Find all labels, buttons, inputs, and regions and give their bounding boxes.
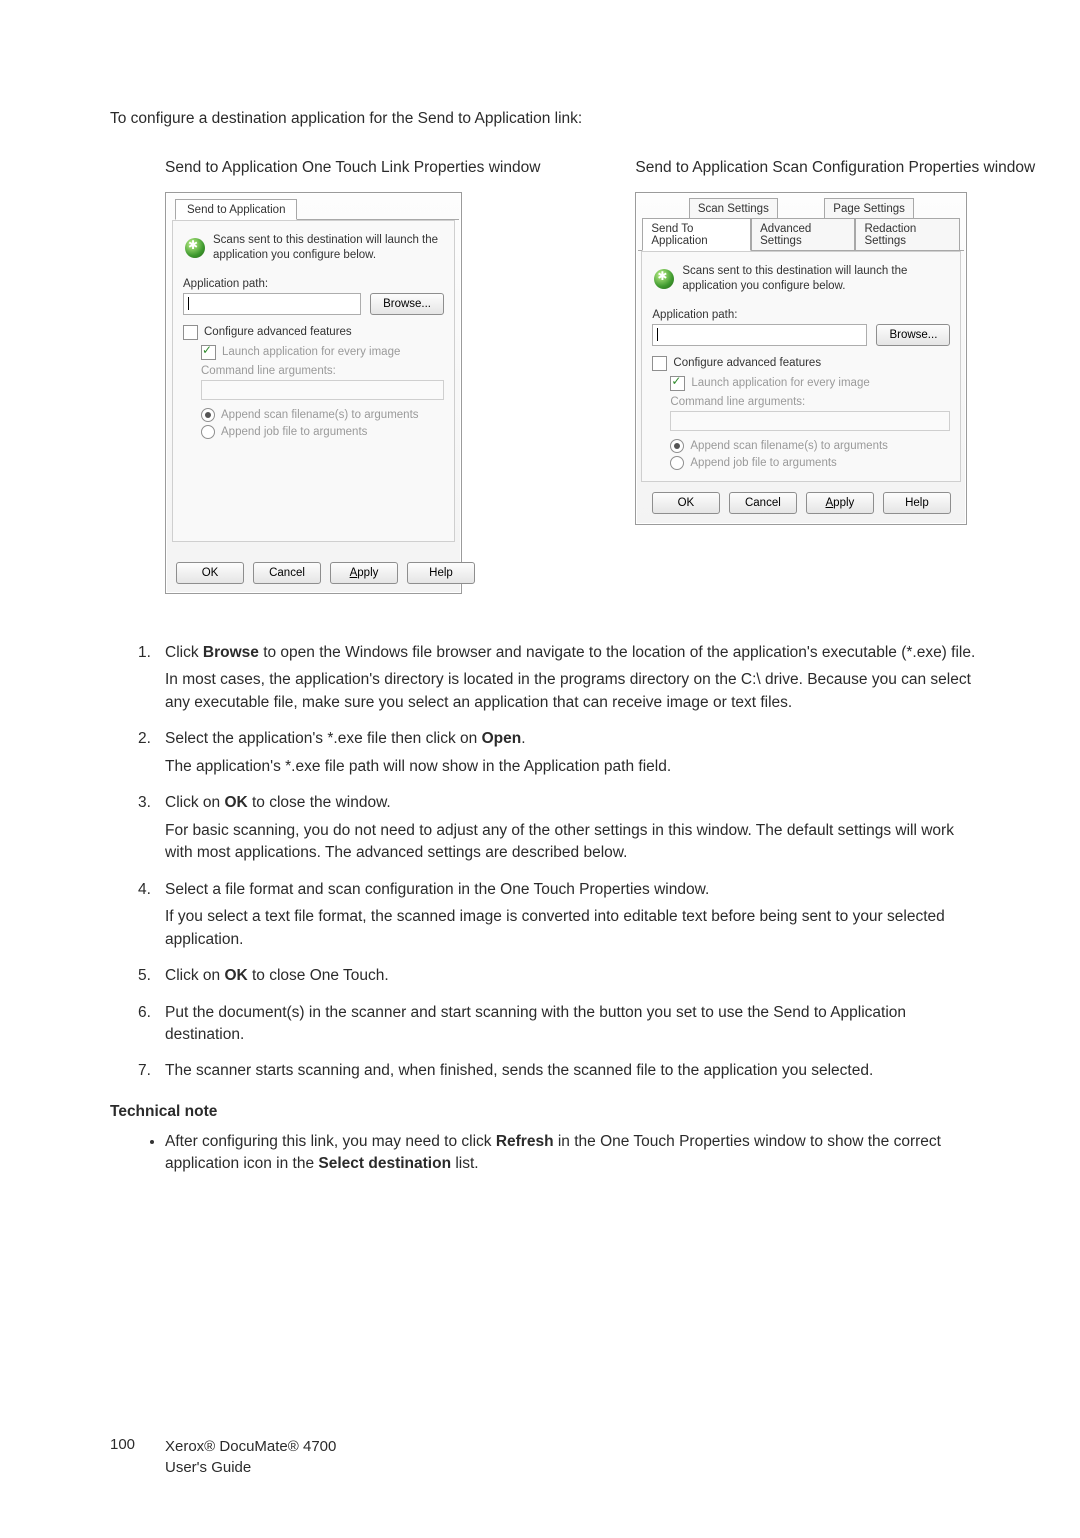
ok-button[interactable]: OK (176, 562, 244, 584)
launch-every-label: Launch application for every image (222, 346, 400, 358)
step-item: Click on OK to close the window.For basi… (110, 792, 980, 864)
window-description: Scans sent to this destination will laun… (213, 233, 442, 262)
technical-note-item: After configuring this link, you may nee… (165, 1131, 980, 1176)
radio-append-filenames-label: Append scan filename(s) to arguments (221, 409, 419, 421)
app-path-input[interactable] (652, 324, 867, 346)
footer-line-2: User's Guide (165, 1457, 336, 1478)
window-scan-config: Scan Settings Page Settings Send To Appl… (635, 192, 967, 525)
step-item: Select the application's *.exe file then… (110, 728, 980, 778)
step-paragraph: If you select a text file format, the sc… (165, 906, 980, 951)
tab-advanced-settings[interactable]: Advanced Settings (751, 218, 855, 251)
left-caption: Send to Application One Touch Link Prope… (165, 158, 540, 178)
apply-button[interactable]: Apply (330, 562, 398, 584)
step-paragraph: In most cases, the application's directo… (165, 669, 980, 714)
cmdline-input[interactable] (201, 380, 444, 400)
cancel-button[interactable]: Cancel (253, 562, 321, 584)
right-caption: Send to Application Scan Configuration P… (635, 158, 1035, 178)
app-path-label: Application path: (652, 309, 950, 321)
app-icon (654, 269, 674, 289)
window-link-properties: Send to Application Scans sent to this d… (165, 192, 462, 594)
footer-line-1: Xerox® DocuMate® 4700 (165, 1436, 336, 1457)
cmdline-input[interactable] (670, 411, 950, 431)
adv-features-label: Configure advanced features (673, 357, 821, 369)
step-paragraph: For basic scanning, you do not need to a… (165, 820, 980, 865)
technical-note-heading: Technical note (110, 1103, 980, 1121)
app-icon (185, 238, 205, 258)
launch-every-label: Launch application for every image (691, 377, 869, 389)
browse-button[interactable]: Browse... (370, 293, 444, 315)
step-paragraph: The application's *.exe file path will n… (165, 756, 980, 778)
adv-features-label: Configure advanced features (204, 326, 352, 338)
radio-append-jobfile-label: Append job file to arguments (221, 426, 367, 438)
apply-button[interactable]: Apply (806, 492, 874, 514)
window-description: Scans sent to this destination will laun… (682, 264, 948, 293)
intro-text: To configure a destination application f… (110, 110, 980, 128)
radio-append-jobfile[interactable] (670, 456, 684, 470)
launch-every-checkbox[interactable] (670, 376, 685, 391)
step-item: Click on OK to close One Touch. (110, 965, 980, 987)
tab-send-to-application[interactable]: Send To Application (642, 218, 751, 251)
tab-send-to-app[interactable]: Send to Application (175, 199, 297, 220)
help-button[interactable]: Help (407, 562, 475, 584)
step-item: The scanner starts scanning and, when fi… (110, 1060, 980, 1082)
radio-append-filenames-label: Append scan filename(s) to arguments (690, 440, 888, 452)
radio-append-jobfile-label: Append job file to arguments (690, 457, 836, 469)
app-path-input[interactable] (183, 293, 361, 315)
tab-page-settings[interactable]: Page Settings (824, 198, 914, 219)
step-item: Put the document(s) in the scanner and s… (110, 1002, 980, 1047)
browse-button[interactable]: Browse... (876, 324, 950, 346)
page-footer: 100 Xerox® DocuMate® 4700 User's Guide (110, 1436, 980, 1478)
cmdline-label: Command line arguments: (670, 396, 950, 408)
radio-append-filenames[interactable] (201, 408, 215, 422)
cancel-button[interactable]: Cancel (729, 492, 797, 514)
page-number: 100 (110, 1436, 165, 1453)
radio-append-filenames[interactable] (670, 439, 684, 453)
adv-features-checkbox[interactable] (652, 356, 667, 371)
step-item: Select a file format and scan configurat… (110, 879, 980, 951)
ok-button[interactable]: OK (652, 492, 720, 514)
adv-features-checkbox[interactable] (183, 325, 198, 340)
instruction-list: Click Browse to open the Windows file br… (110, 642, 980, 1083)
cmdline-label: Command line arguments: (201, 365, 444, 377)
launch-every-checkbox[interactable] (201, 345, 216, 360)
help-button[interactable]: Help (883, 492, 951, 514)
tab-redaction-settings[interactable]: Redaction Settings (855, 218, 960, 251)
radio-append-jobfile[interactable] (201, 425, 215, 439)
app-path-label: Application path: (183, 278, 444, 290)
technical-note-list: After configuring this link, you may nee… (110, 1131, 980, 1176)
step-item: Click Browse to open the Windows file br… (110, 642, 980, 714)
tab-scan-settings[interactable]: Scan Settings (689, 198, 778, 219)
